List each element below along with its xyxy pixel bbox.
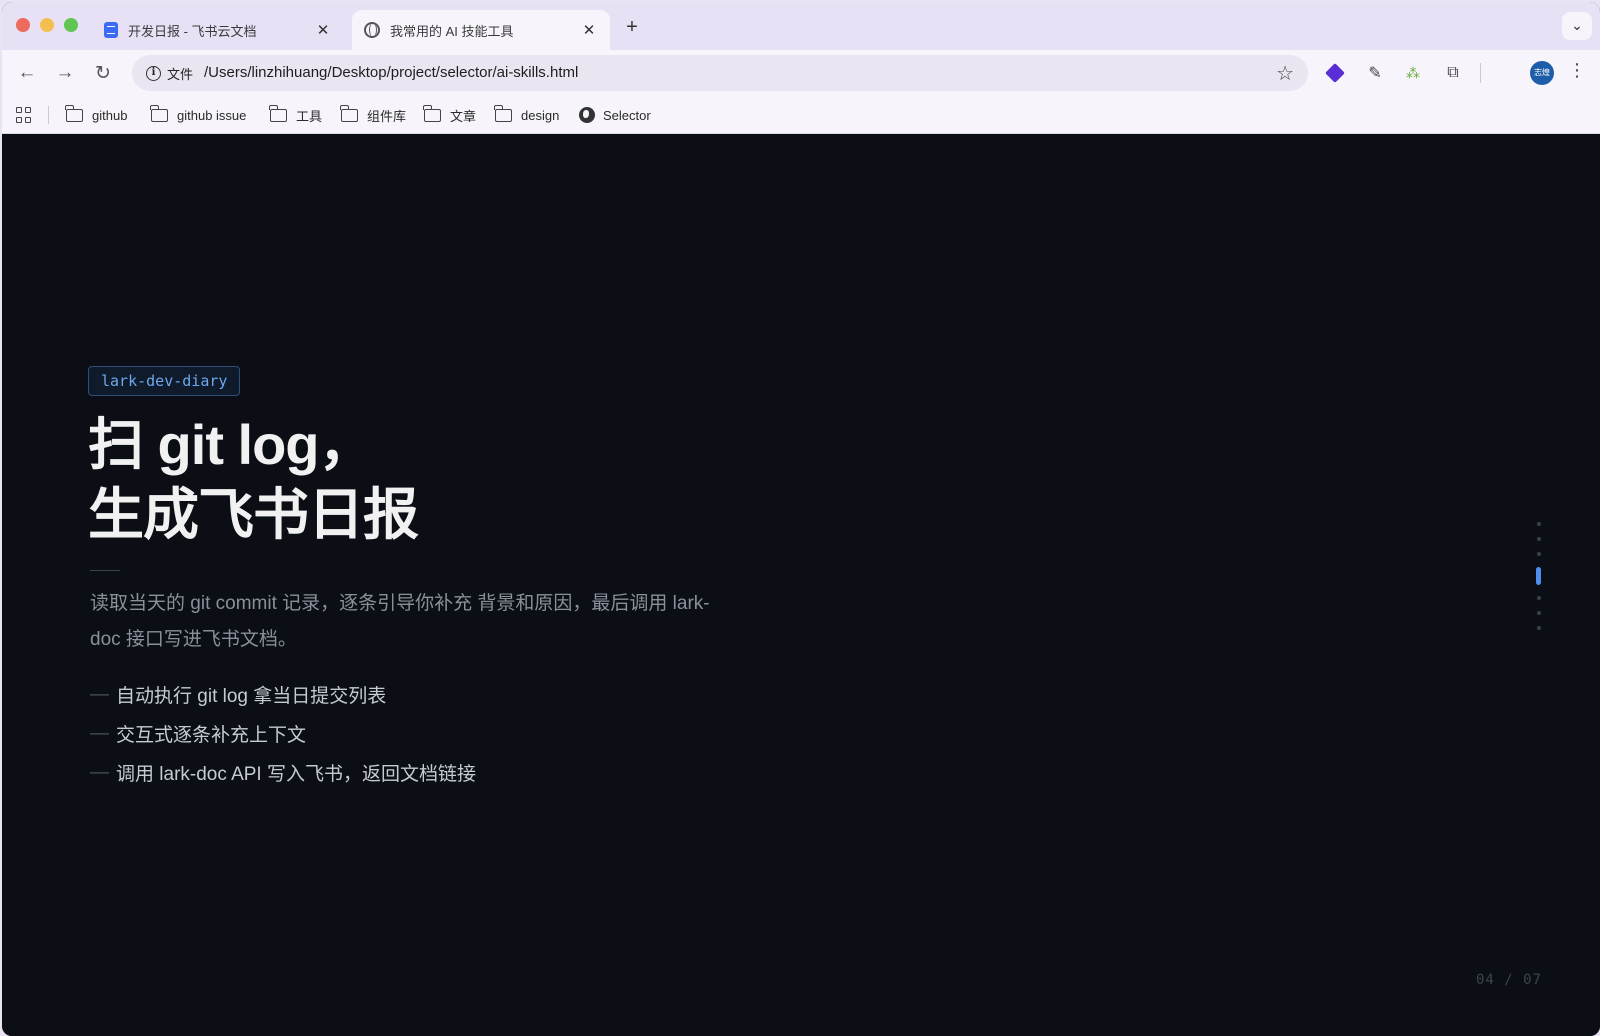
bookmark-design[interactable]: design	[494, 96, 560, 134]
slide-nav-dot-7[interactable]	[1537, 626, 1541, 630]
close-icon[interactable]: ✕	[580, 21, 598, 39]
bookmark-star-icon[interactable]: ☆	[1276, 61, 1294, 86]
title-divider	[90, 570, 120, 571]
folder-icon	[150, 104, 168, 122]
extension-diamond-icon[interactable]	[1324, 62, 1346, 84]
extension-pen-icon[interactable]: ✎	[1364, 62, 1386, 84]
tab-title: 我常用的 AI 技能工具	[390, 23, 514, 39]
list-item-text: 自动执行 git log 拿当日提交列表	[116, 686, 387, 707]
bullet-marker: —	[90, 683, 109, 705]
slide-nav-dots	[1534, 522, 1544, 641]
list-item: — 交互式逐条补充上下文	[90, 714, 476, 753]
doc-icon	[104, 22, 118, 38]
apps-grid-icon[interactable]	[16, 107, 32, 123]
extensions-puzzle-icon[interactable]: ⧉	[1442, 62, 1464, 84]
slide-title-line-1: 扫 git log，	[88, 413, 375, 476]
bookmark-github-issue[interactable]: github issue	[150, 96, 247, 134]
slide-nav-dot-4[interactable]	[1536, 567, 1541, 585]
list-item-text: 调用 lark-doc API 写入飞书，返回文档链接	[116, 764, 476, 785]
tab-ai-skills[interactable]: 我常用的 AI 技能工具 ✕	[352, 10, 610, 50]
slide-nav-dot-2[interactable]	[1537, 537, 1541, 541]
slide-description: 读取当天的 git commit 记录，逐条引导你补充 背景和原因，最后调用 l…	[90, 593, 710, 650]
new-tab-button[interactable]: +	[620, 16, 644, 40]
tab-strip: 开发日报 - 飞书云文档 ✕ 我常用的 AI 技能工具 ✕ + ⌄	[2, 2, 1600, 50]
avatar[interactable]: 志煌	[1530, 61, 1554, 85]
bookmark-tools[interactable]: 工具	[269, 96, 323, 134]
bookmark-label: 文章	[450, 108, 477, 124]
list-item-text: 交互式逐条补充上下文	[116, 725, 307, 746]
tab-title: 开发日报 - 飞书云文档	[128, 23, 257, 39]
globe-icon	[579, 107, 595, 123]
extension-cubes-icon[interactable]: ⁂	[1402, 62, 1424, 84]
slide-title-line-2: 生成飞书日报	[88, 483, 419, 546]
slide-nav-dot-5[interactable]	[1537, 596, 1541, 600]
close-window-button[interactable]	[16, 18, 30, 32]
bookmark-label: 组件库	[367, 108, 407, 124]
bookmark-components[interactable]: 组件库	[340, 96, 407, 134]
page-indicator: 04 / 07	[1475, 972, 1542, 988]
bookmarks-bar: github github issue 工具 组件库 文章 design Sel…	[2, 96, 1600, 134]
bookmark-label: github	[92, 107, 128, 123]
slide-nav-dot-1[interactable]	[1537, 522, 1541, 526]
forward-arrow-icon[interactable]: →	[52, 60, 78, 86]
address-bar[interactable]: i 文件 /Users/linzhihuang/Desktop/project/…	[132, 55, 1308, 91]
slide-nav-dot-6[interactable]	[1537, 611, 1541, 615]
tab-search-chevron-down-icon[interactable]: ⌄	[1562, 12, 1592, 40]
info-icon: i	[146, 65, 161, 81]
bookmark-articles[interactable]: 文章	[423, 96, 477, 134]
list-item: — 调用 lark-doc API 写入飞书，返回文档链接	[90, 753, 476, 792]
fullscreen-window-button[interactable]	[64, 18, 78, 32]
bookmark-label: 工具	[296, 108, 323, 124]
bookmark-selector[interactable]: Selector	[579, 96, 651, 134]
folder-icon	[494, 104, 512, 122]
minimize-window-button[interactable]	[40, 18, 54, 32]
folder-icon	[269, 104, 287, 122]
toolbar-divider	[1480, 63, 1481, 83]
list-item: — 自动执行 git log 拿当日提交列表	[90, 675, 476, 714]
bookmark-label: design	[521, 107, 560, 123]
close-icon[interactable]: ✕	[314, 21, 332, 39]
back-arrow-icon[interactable]: ←	[14, 60, 40, 86]
reload-icon[interactable]: ↻	[90, 60, 116, 86]
bookmark-label: Selector	[603, 107, 651, 123]
feature-list: — 自动执行 git log 拿当日提交列表 — 交互式逐条补充上下文 — 调用…	[90, 675, 476, 792]
bullet-marker: —	[90, 761, 109, 783]
bookmark-github[interactable]: github	[65, 96, 128, 134]
globe-icon	[364, 22, 380, 38]
toolbar: ← → ↻ i 文件 /Users/linzhihuang/Desktop/pr…	[2, 50, 1600, 96]
folder-icon	[65, 104, 83, 122]
more-menu-icon[interactable]: ⋮	[1568, 60, 1586, 81]
bullet-marker: —	[90, 722, 109, 744]
tab-lark-doc[interactable]: 开发日报 - 飞书云文档 ✕	[92, 10, 344, 50]
bookmark-label: github issue	[177, 107, 247, 123]
browser-window: 开发日报 - 飞书云文档 ✕ 我常用的 AI 技能工具 ✕ + ⌄ ← → ↻ …	[2, 2, 1600, 1036]
slide-content: lark-dev-diary 扫 git log， 生成飞书日报 读取当天的 g…	[2, 134, 1600, 1036]
site-chip-label: 文件	[167, 66, 194, 82]
bookmarks-divider	[48, 106, 49, 124]
site-info-chip[interactable]: i 文件	[138, 59, 201, 87]
folder-icon	[340, 104, 358, 122]
folder-icon	[423, 104, 441, 122]
url-text[interactable]: /Users/linzhihuang/Desktop/project/selec…	[204, 55, 578, 91]
slide-nav-dot-3[interactable]	[1537, 552, 1541, 556]
slide-title: 扫 git log， 生成飞书日报	[88, 410, 419, 550]
skill-tag: lark-dev-diary	[88, 366, 241, 396]
